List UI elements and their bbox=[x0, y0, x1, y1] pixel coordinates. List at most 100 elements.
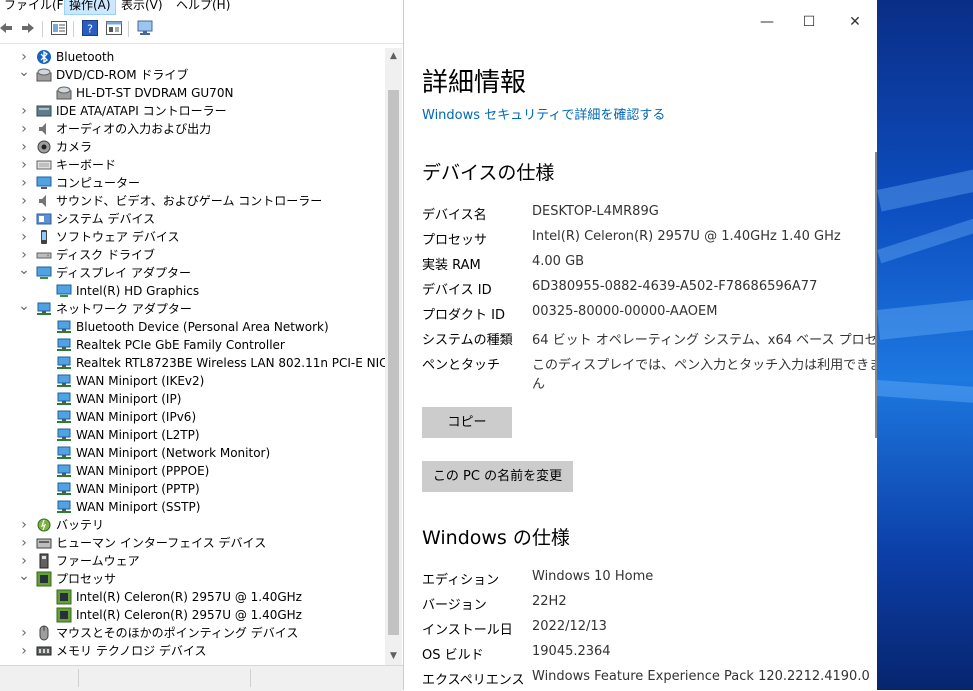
tree-scrollbar[interactable]: ▲ ▼ bbox=[385, 48, 402, 665]
menu-action[interactable]: 操作(A) bbox=[64, 0, 116, 15]
tree-device-row[interactable]: Bluetooth Device (Personal Area Network) bbox=[0, 318, 385, 336]
hid-icon bbox=[36, 535, 52, 551]
tree-item-label: ソフトウェア デバイス bbox=[56, 230, 180, 244]
tree-device-row[interactable]: HL-DT-ST DVDRAM GU70N bbox=[0, 84, 385, 102]
menu-help[interactable]: ヘルプ(H) bbox=[172, 0, 234, 14]
properties-icon[interactable] bbox=[51, 20, 67, 36]
spec-key-processor: プロセッサ bbox=[422, 233, 488, 248]
tree-category-row[interactable]: ⌄ ディスプレイ アダプター bbox=[0, 263, 385, 282]
tree-category-row[interactable]: › マウスとそのほかのポインティング デバイス bbox=[0, 624, 385, 642]
tree-category-row[interactable]: › ファームウェア bbox=[0, 552, 385, 570]
chevron-right-icon[interactable]: › bbox=[18, 193, 30, 209]
tree-device-row[interactable]: WAN Miniport (IKEv2) bbox=[0, 372, 385, 390]
svg-text:?: ? bbox=[87, 23, 93, 36]
tree-device-row[interactable]: WAN Miniport (PPPOE) bbox=[0, 462, 385, 480]
status-bar bbox=[0, 665, 403, 691]
tree-category-row[interactable]: ⌄ ネットワーク アダプター bbox=[0, 299, 385, 318]
tree-category-row[interactable]: › バッテリ bbox=[0, 516, 385, 534]
tree-category-row[interactable]: › ソフトウェア デバイス bbox=[0, 228, 385, 246]
maximize-button[interactable]: ☐ bbox=[786, 6, 832, 38]
back-arrow-icon[interactable] bbox=[0, 20, 14, 36]
spec-key-pen-touch: ペンとタッチ bbox=[422, 358, 501, 373]
toolbar: ? bbox=[0, 14, 403, 44]
tree-item-label: ファームウェア bbox=[56, 554, 140, 568]
tree-item-label: プロセッサ bbox=[56, 572, 117, 586]
tree-item-label: ネットワーク アダプター bbox=[56, 302, 192, 316]
monitor-icon[interactable] bbox=[137, 20, 153, 36]
chevron-right-icon[interactable]: › bbox=[18, 625, 30, 641]
tree-category-row[interactable]: › Bluetooth bbox=[0, 48, 385, 66]
tree-device-row[interactable]: WAN Miniport (SSTP) bbox=[0, 498, 385, 516]
tree-category-row[interactable]: › IDE ATA/ATAPI コントローラー bbox=[0, 102, 385, 120]
chevron-down-icon[interactable]: ⌄ bbox=[18, 263, 30, 281]
win-key-install-date: インストール日 bbox=[422, 623, 513, 638]
tree-item-label: メモリ テクノロジ デバイス bbox=[56, 644, 207, 658]
network-icon bbox=[56, 463, 72, 479]
copy-button[interactable]: コピー bbox=[422, 407, 512, 438]
tree-device-row[interactable]: WAN Miniport (IPv6) bbox=[0, 408, 385, 426]
tree-item-label: Intel(R) HD Graphics bbox=[76, 284, 200, 298]
chevron-down-icon[interactable]: ⌄ bbox=[18, 65, 30, 83]
chevron-right-icon[interactable]: › bbox=[18, 247, 30, 263]
tree-category-row[interactable]: › オーディオの入力および出力 bbox=[0, 120, 385, 138]
tree-category-row[interactable]: ⌄ プロセッサ bbox=[0, 569, 385, 588]
close-button[interactable]: ✕ bbox=[832, 6, 878, 38]
minimize-button[interactable]: — bbox=[744, 6, 790, 38]
chevron-right-icon[interactable]: › bbox=[18, 643, 30, 659]
chevron-right-icon[interactable]: › bbox=[18, 121, 30, 137]
toolbar-separator bbox=[42, 21, 43, 37]
chevron-right-icon[interactable]: › bbox=[18, 175, 30, 191]
status-cell bbox=[0, 669, 79, 687]
tree-item-label: バッテリ bbox=[56, 518, 105, 532]
rename-pc-button[interactable]: この PC の名前を変更 bbox=[422, 461, 573, 492]
menu-bar: ファイル(F) 操作(A) 表示(V) ヘルプ(H) bbox=[0, 0, 403, 15]
tree-device-row[interactable]: WAN Miniport (IP) bbox=[0, 390, 385, 408]
chevron-right-icon[interactable]: › bbox=[18, 553, 30, 569]
tree-item-label: WAN Miniport (PPTP) bbox=[76, 482, 200, 496]
tree-device-row[interactable]: Realtek RTL8723BE Wireless LAN 802.11n P… bbox=[0, 354, 385, 372]
scroll-down-arrow[interactable]: ▼ bbox=[385, 648, 402, 665]
tree-item-label: Realtek RTL8723BE Wireless LAN 802.11n P… bbox=[76, 356, 385, 370]
tree-device-row[interactable]: WAN Miniport (Network Monitor) bbox=[0, 444, 385, 462]
tree-category-row[interactable]: › ディスク ドライブ bbox=[0, 246, 385, 264]
tree-category-row[interactable]: › キーボード bbox=[0, 156, 385, 174]
chevron-right-icon[interactable]: › bbox=[18, 229, 30, 245]
win-key-edition: エディション bbox=[422, 573, 500, 588]
chevron-right-icon[interactable]: › bbox=[18, 49, 30, 65]
tree-category-row[interactable]: ⌄ DVD/CD-ROM ドライブ bbox=[0, 65, 385, 84]
network-icon bbox=[56, 373, 72, 389]
chevron-right-icon[interactable]: › bbox=[18, 139, 30, 155]
tree-device-row[interactable]: WAN Miniport (L2TP) bbox=[0, 426, 385, 444]
chevron-right-icon[interactable]: › bbox=[18, 211, 30, 227]
tree-device-row[interactable]: Intel(R) Celeron(R) 2957U @ 1.40GHz bbox=[0, 606, 385, 624]
device-spec-header: デバイスの仕様 bbox=[422, 162, 555, 184]
menu-file[interactable]: ファイル(F) bbox=[0, 0, 72, 14]
security-link[interactable]: Windows セキュリティで詳細を確認する bbox=[422, 104, 665, 123]
forward-arrow-icon[interactable] bbox=[20, 20, 36, 36]
chevron-down-icon[interactable]: ⌄ bbox=[18, 299, 30, 317]
tree-category-row[interactable]: › メモリ テクノロジ デバイス bbox=[0, 642, 385, 660]
spec-key-product-id: プロダクト ID bbox=[422, 308, 505, 323]
chevron-right-icon[interactable]: › bbox=[18, 535, 30, 551]
scroll-up-arrow[interactable]: ▲ bbox=[385, 48, 402, 65]
spec-value-device-id: 6D380955-0882-4639-A502-F78686596A77 bbox=[532, 279, 818, 294]
scroll-thumb[interactable] bbox=[388, 90, 399, 635]
chevron-down-icon[interactable]: ⌄ bbox=[18, 569, 30, 587]
menu-view[interactable]: 表示(V) bbox=[117, 0, 167, 14]
show-hidden-icon[interactable] bbox=[106, 20, 122, 36]
chevron-right-icon[interactable]: › bbox=[18, 157, 30, 173]
tree-category-row[interactable]: › コンピューター bbox=[0, 174, 385, 192]
tree-device-row[interactable]: Realtek PCIe GbE Family Controller bbox=[0, 336, 385, 354]
tree-category-row[interactable]: › サウンド、ビデオ、およびゲーム コントローラー bbox=[0, 192, 385, 210]
tree-device-row[interactable]: Intel(R) HD Graphics bbox=[0, 282, 385, 300]
tree-category-row[interactable]: › システム デバイス bbox=[0, 210, 385, 228]
tree-device-row[interactable]: Intel(R) Celeron(R) 2957U @ 1.40GHz bbox=[0, 588, 385, 606]
dvd-icon bbox=[56, 85, 72, 101]
tree-category-row[interactable]: › ヒューマン インターフェイス デバイス bbox=[0, 534, 385, 552]
tree-device-row[interactable]: WAN Miniport (PPTP) bbox=[0, 480, 385, 498]
tree-category-row[interactable]: › カメラ bbox=[0, 138, 385, 156]
help-icon[interactable]: ? bbox=[82, 20, 98, 36]
chevron-right-icon[interactable]: › bbox=[18, 103, 30, 119]
windows-spec-header: Windows の仕様 bbox=[422, 527, 570, 549]
chevron-right-icon[interactable]: › bbox=[18, 517, 30, 533]
